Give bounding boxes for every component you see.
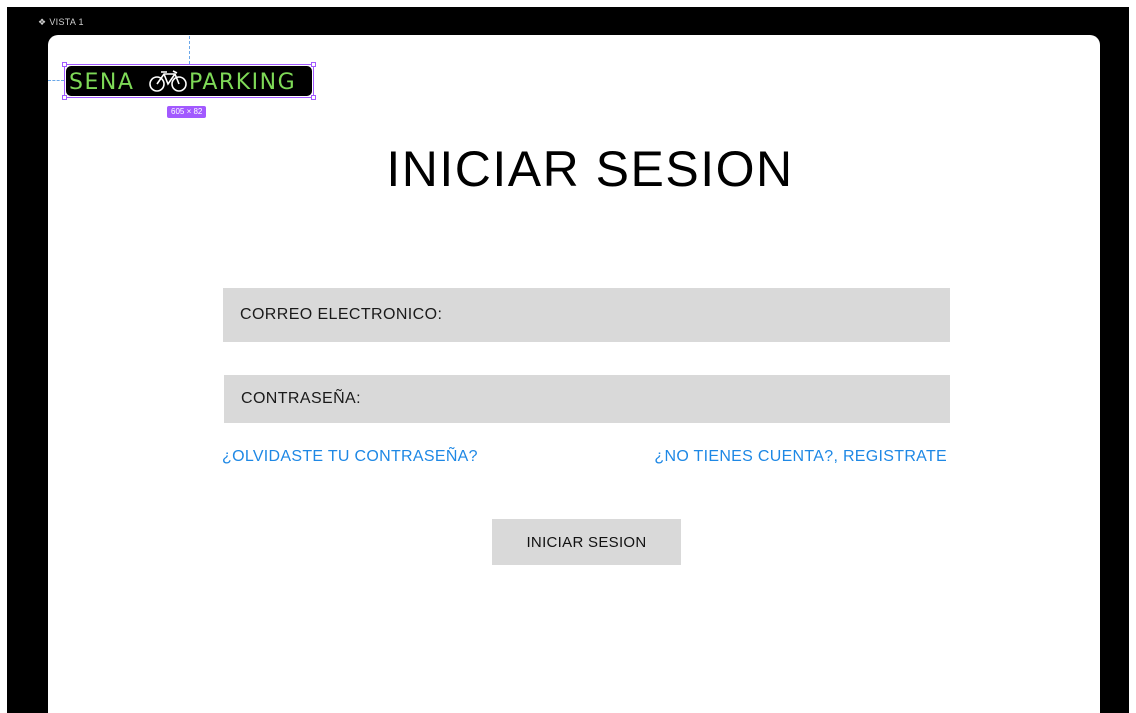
selection-guide-horizontal — [48, 80, 64, 81]
register-link[interactable]: ¿NO TIENES CUENTA?, REGISTRATE — [654, 448, 947, 466]
forgot-password-link[interactable]: ¿OLVIDASTE TU CONTRASEÑA? — [222, 448, 478, 466]
resize-handle-top-right[interactable] — [311, 62, 316, 67]
page-title: INICIAR SESION — [386, 141, 794, 197]
logo-text-right: PARKING — [189, 70, 296, 95]
login-button[interactable]: INICIAR SESION — [492, 519, 681, 565]
email-field-label: CORREO ELECTRONICO: — [240, 306, 443, 323]
bicycle-icon — [149, 70, 187, 92]
selection-size-badge: 605 × 82 — [167, 106, 207, 118]
logo-selection[interactable]: SENA PARKING — [62, 62, 316, 100]
resize-handle-bottom-left[interactable] — [62, 95, 67, 100]
sena-parking-logo: SENA PARKING — [66, 66, 312, 96]
email-field[interactable]: CORREO ELECTRONICO: — [223, 288, 950, 342]
logo-text-left: SENA — [69, 70, 134, 95]
resize-handle-bottom-right[interactable] — [311, 95, 316, 100]
password-field-label: CONTRASEÑA: — [241, 390, 361, 407]
frame-label[interactable]: ❖ VISTA 1 — [38, 17, 84, 27]
diamond-icon: ❖ — [38, 16, 47, 27]
resize-handle-top-left[interactable] — [62, 62, 67, 67]
frame-label-text: VISTA 1 — [49, 17, 84, 27]
frame-vista-1 — [48, 35, 1100, 713]
password-field[interactable]: CONTRASEÑA: — [224, 375, 950, 423]
selection-guide-vertical — [189, 36, 190, 64]
